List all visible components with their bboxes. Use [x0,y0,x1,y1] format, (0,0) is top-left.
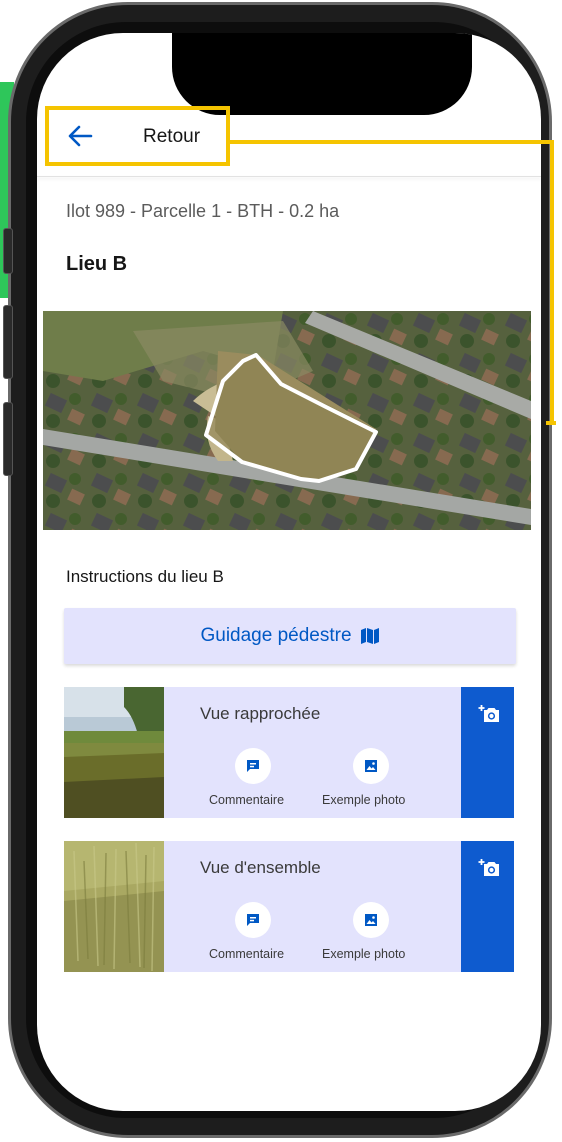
overview-thumbnail-image [64,841,164,972]
aerial-map[interactable] [43,311,531,530]
card-title: Vue d'ensemble [200,858,321,877]
header-divider [37,176,541,177]
example-photo-label: Exemple photo [322,793,406,807]
comment-label: Commentaire [209,947,285,961]
take-photo-button[interactable] [461,841,514,972]
example-photo-button[interactable] [353,902,389,938]
annotation-connector-end [546,421,556,425]
comment-icon [247,914,259,926]
comment-button[interactable] [235,748,271,784]
close-view-thumbnail[interactable] [64,687,164,818]
take-photo-button[interactable] [461,687,514,818]
walking-guidance-button[interactable]: Guidage pédestre [64,608,516,664]
image-icon [365,914,377,926]
example-photo-label: Exemple photo [322,947,406,961]
comment-label: Commentaire [209,793,285,807]
card-title: Vue rapprochée [200,704,321,723]
phone-volume-up-button [3,305,13,379]
annotation-connector-vertical [550,140,554,425]
phone-side-button [3,228,13,274]
photo-card: Vue rapprochée Commentaire Exemple photo [64,687,514,818]
camera-plus-icon [478,859,499,876]
image-icon [365,760,377,772]
comment-icon [247,760,259,772]
instructions-heading: Instructions du lieu B [66,567,224,586]
camera-plus-icon [478,705,499,722]
aerial-map-image [43,311,531,530]
walking-guidance-label: Guidage pédestre [200,625,352,646]
close-view-thumbnail-image [64,687,164,818]
page-title: Lieu B [66,253,128,275]
annotation-connector [230,140,554,144]
parcel-subtitle: Ilot 989 - Parcelle 1 - BTH - 0.2 ha [66,201,340,221]
phone-notch [172,33,472,115]
phone-volume-down-button [3,402,13,476]
overview-thumbnail[interactable] [64,841,164,972]
map-icon [360,628,379,644]
example-photo-button[interactable] [353,748,389,784]
comment-button[interactable] [235,902,271,938]
annotation-highlight [45,106,230,166]
photo-card: Vue d'ensemble Commentaire Exemple photo [64,841,514,972]
